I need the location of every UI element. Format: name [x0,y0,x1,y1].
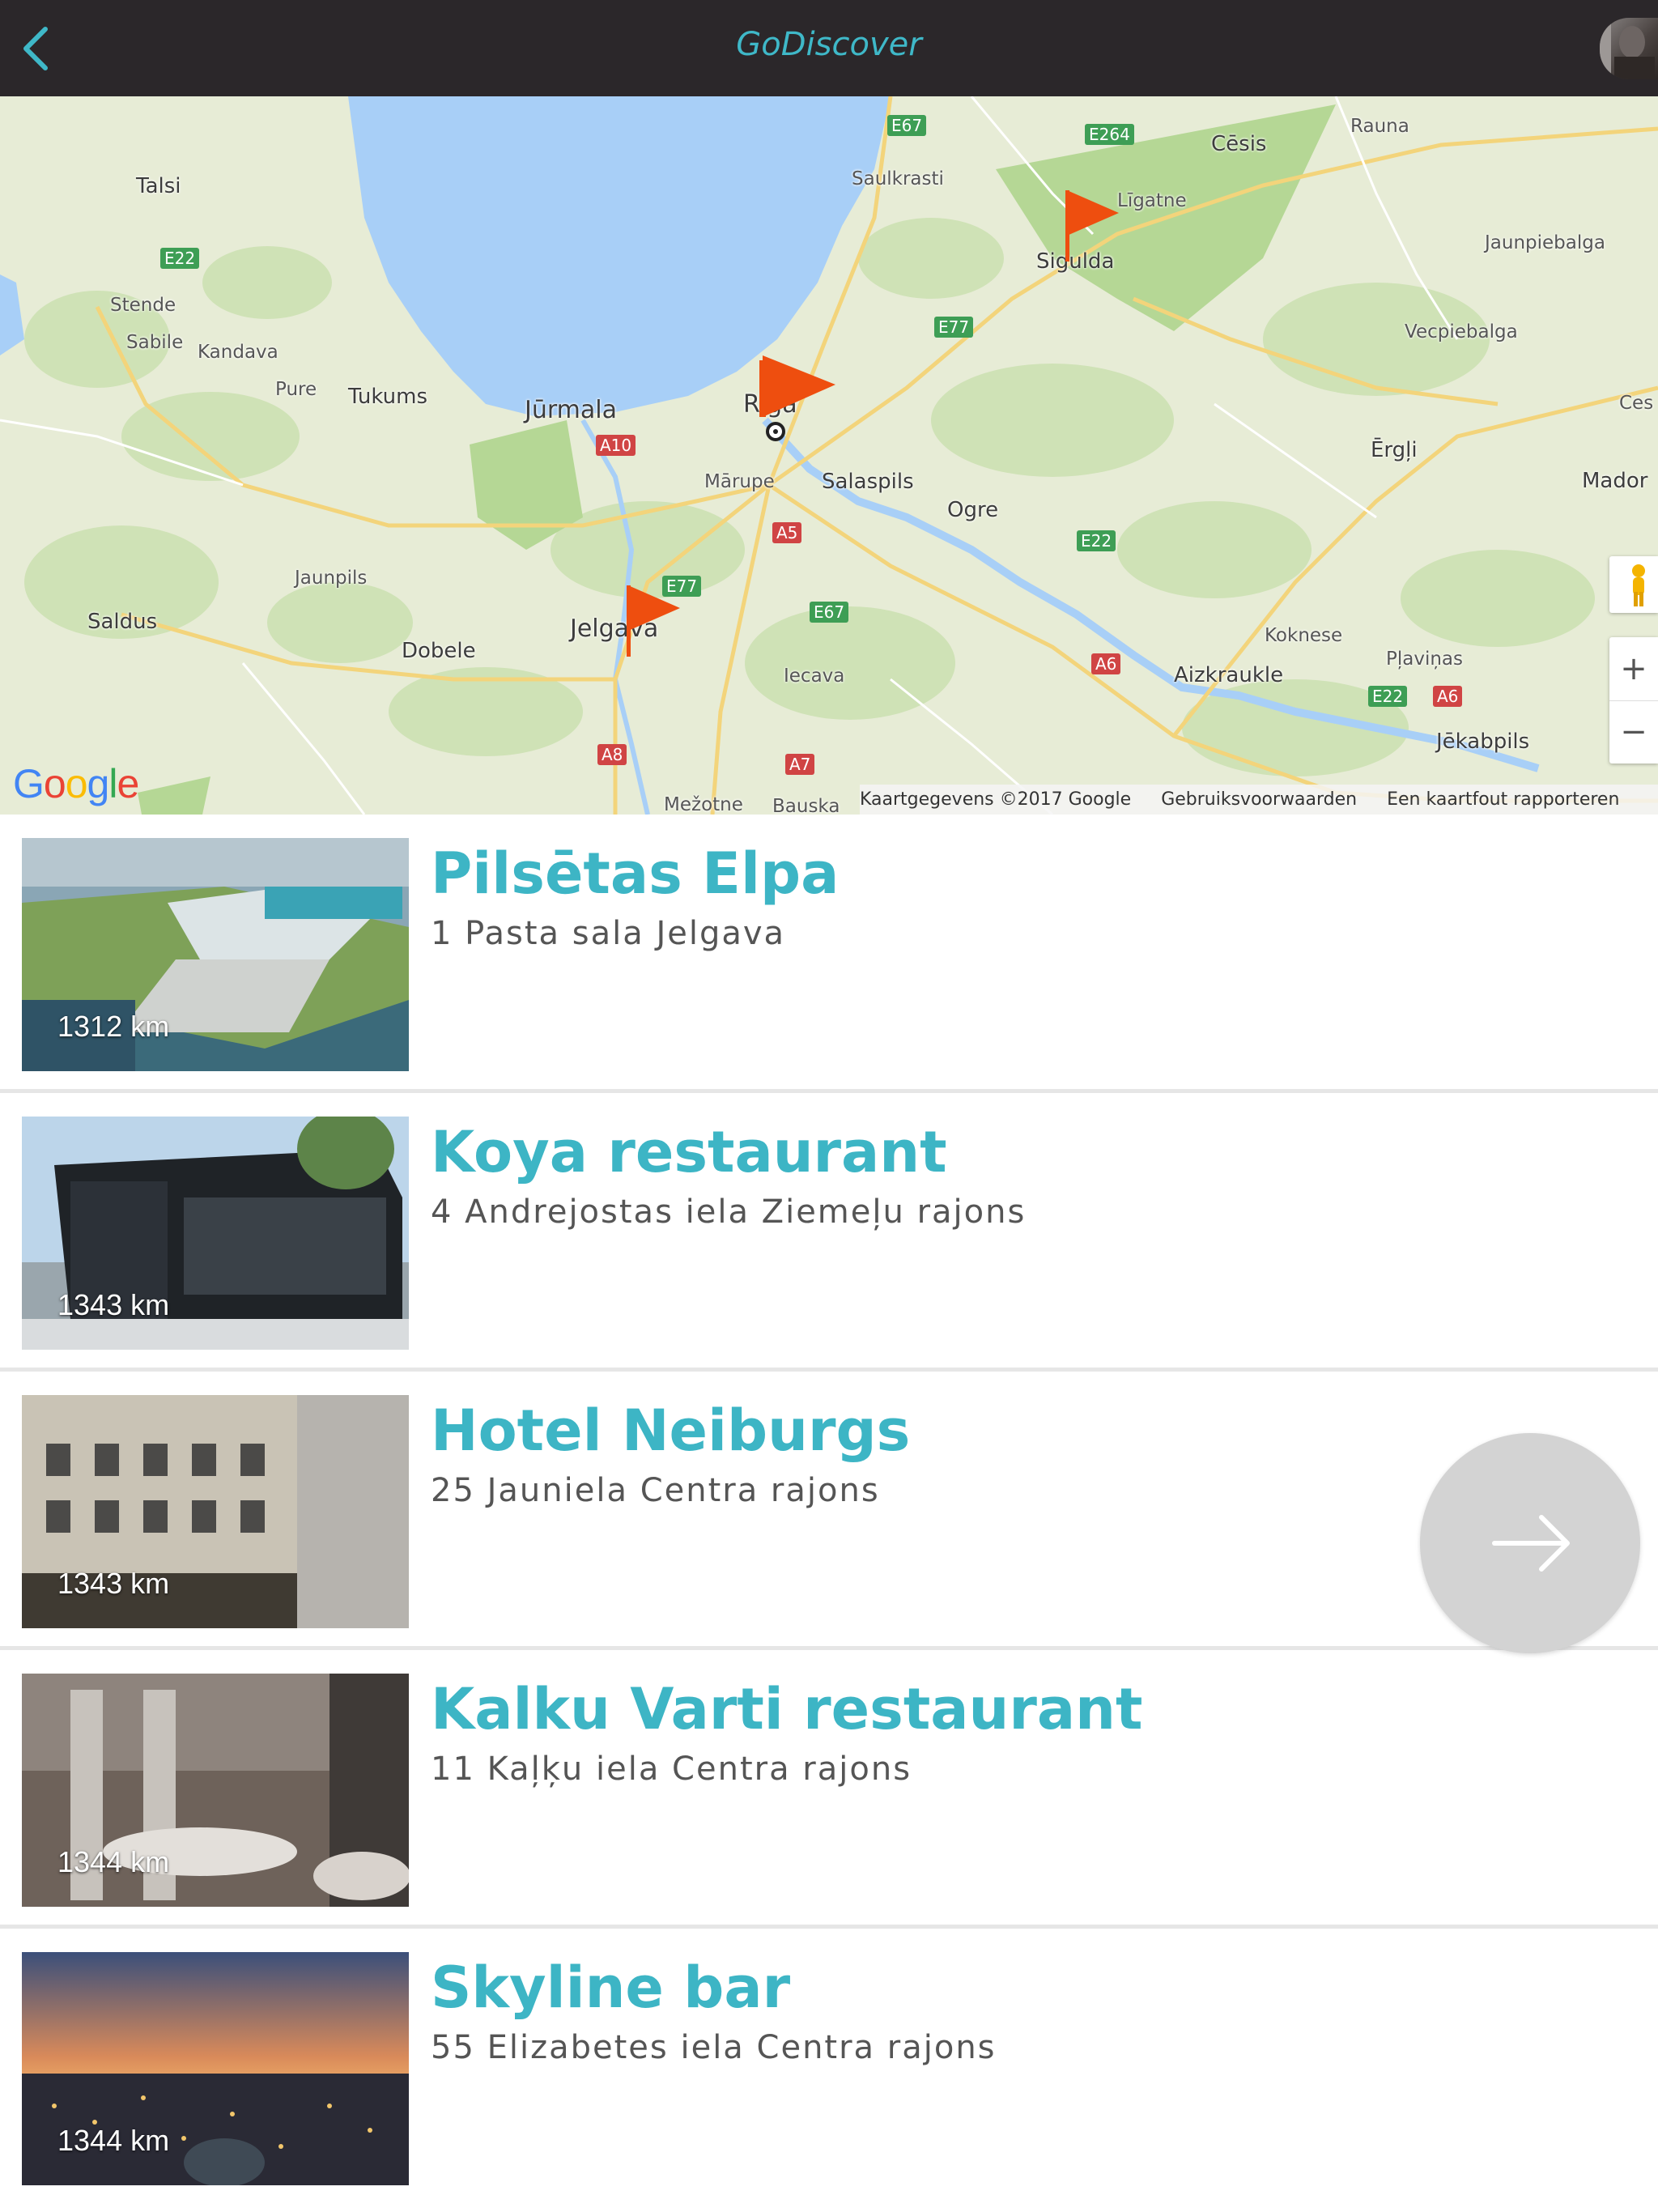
map-view[interactable]: Talsi Stende Sabile Kandava Pure Tukums … [0,96,1658,815]
place-title: Hotel Neiburgs [431,1397,911,1464]
place-photo: 1344 km [22,1674,409,1907]
pegman-icon [1632,564,1645,606]
place-photo: 1343 km [22,1117,409,1350]
map-label-aizkraukle: Aizkraukle [1174,663,1284,687]
place-title: Pilsētas Elpa [431,840,840,907]
list-item[interactable]: 1344 km Kalku Varti restaurant 11 Kaļķu … [0,1650,1658,1929]
avatar[interactable] [1600,18,1658,79]
map-label-jaunpils: Jaunpils [295,568,368,589]
road-shield: A10 [596,435,636,456]
map-label-koknese: Koknese [1265,625,1343,646]
distance-label: 1343 km [57,1567,170,1600]
app-header: GoDiscover [0,0,1658,96]
map-label-rauna: Rauna [1350,116,1409,137]
road-shield: E22 [1077,530,1116,551]
map-label-pure: Pure [275,379,317,400]
map-label-stende: Stende [110,295,176,316]
map-label-jekabpils: Jēkabpils [1436,730,1530,754]
terms-link[interactable]: Gebruiksvoorwaarden [1161,789,1357,810]
map-label-jaunpiebalga: Jaunpiebalga [1485,232,1605,253]
map-label-sabile: Sabile [126,332,184,353]
map-label-salaspils: Salaspils [822,470,914,494]
map-label-madona: Mador [1582,469,1648,493]
distance-label: 1344 km [57,2124,170,2157]
map-label-saulkrasti: Saulkrasti [852,168,944,189]
flag-marker-riga[interactable] [751,352,840,441]
svg-text:Google: Google [13,761,138,806]
road-shield: A7 [785,754,815,775]
place-address: 1 Pasta sala Jelgava [431,915,786,952]
zoom-out-button[interactable]: − [1609,700,1658,764]
road-shield: E77 [934,317,974,338]
road-shield: E22 [1368,686,1408,707]
map-label-iecava: Iecava [784,666,845,687]
map-label-mezotne: Mežotne [664,794,743,815]
road-shield: E264 [1085,124,1134,145]
map-label-vecpiebalga: Vecpiebalga [1405,321,1518,342]
place-photo: 1344 km [22,1952,409,2185]
distance-label: 1343 km [57,1288,170,1321]
place-title: Kalku Varti restaurant [431,1676,1143,1742]
map-label-cesvaine: Ces [1619,393,1654,414]
place-address: 25 Jauniela Centra rajons [431,1472,880,1509]
map-label-dobele: Dobele [402,639,476,663]
place-address: 4 Andrejostas iela Ziemeļu rajons [431,1193,1027,1231]
zoom-in-button[interactable]: + [1609,637,1658,701]
map-label-plavinas: Pļaviņas [1386,649,1464,670]
map-label-ergli: Ērgļi [1371,438,1418,462]
map-attribution: Kaartgegevens ©2017 Google Gebruiksvoorw… [860,785,1658,815]
google-logo: Google [13,759,167,815]
map-label-kandava: Kandava [198,342,278,363]
arrow-right-icon [1492,1515,1570,1572]
place-address: 11 Kaļķu iela Centra rajons [431,1750,912,1788]
road-shield: A6 [1433,686,1463,707]
place-photo: 1312 km [22,838,409,1071]
road-shield: E22 [160,248,200,269]
map-copyright: Kaartgegevens ©2017 Google [860,789,1132,810]
list-item[interactable]: 1312 km Pilsētas Elpa 1 Pasta sala Jelga… [0,815,1658,1093]
map-label-jurmala: Jūrmala [525,396,617,424]
next-fab-button[interactable] [1420,1433,1640,1653]
place-photo: 1343 km [22,1395,409,1628]
place-title: Skyline bar [431,1955,791,2021]
road-shield: E67 [810,602,849,623]
map-label-tukums: Tukums [348,385,428,409]
flag-marker-sigulda[interactable] [1061,185,1125,266]
app-title: GoDiscover [736,26,922,63]
map-label-ogre: Ogre [947,498,999,522]
map-label-saldus: Saldus [87,610,158,634]
list-item[interactable]: 1343 km Koya restaurant 4 Andrejostas ie… [0,1093,1658,1372]
map-label-cesis: Cēsis [1211,132,1267,156]
road-shield: A5 [772,522,802,543]
report-map-error-link[interactable]: Een kaartfout rapporteren [1387,789,1619,810]
road-shield: A8 [597,744,627,765]
map-label-bauska: Bauska [772,796,840,815]
list-item[interactable]: 1343 km Hotel Neiburgs 25 Jauniela Centr… [0,1372,1658,1650]
street-view-pegman[interactable] [1609,556,1658,613]
distance-label: 1344 km [57,1845,170,1878]
zoom-controls: + − [1609,637,1658,764]
flag-marker-jelgava[interactable] [622,581,687,661]
map-label-marupe: Mārupe [704,471,775,492]
list-item[interactable]: 1344 km Skyline bar 55 Elizabetes iela C… [0,1929,1658,2207]
road-shield: E67 [887,115,927,136]
distance-label: 1312 km [57,1010,170,1043]
map-label-ligatne: Līgatne [1117,190,1187,211]
map-label-talsi: Talsi [136,174,181,198]
road-shield: A6 [1091,653,1121,674]
place-title: Koya restaurant [431,1119,947,1185]
place-address: 55 Elizabetes iela Centra rajons [431,2029,997,2066]
